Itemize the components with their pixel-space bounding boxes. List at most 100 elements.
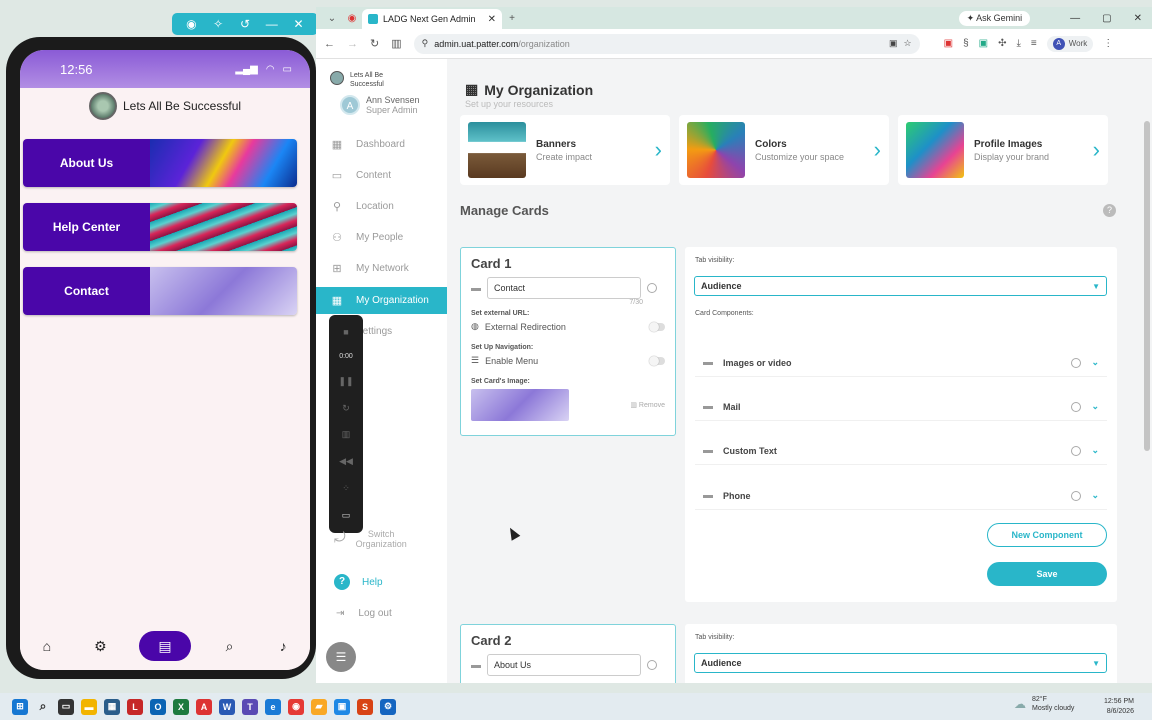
trash-icon[interactable]: ▥ [342,429,351,440]
chevron-down-icon[interactable]: ⌄ [1091,357,1099,368]
sidebar-item-my-people[interactable]: ⚇ My People [316,224,447,251]
rewind-icon[interactable]: ◀◀ [339,456,353,467]
phone-card-about-us[interactable]: About Us [23,139,297,187]
tab-search-icon[interactable]: ⌄ [322,13,342,24]
acrobat-icon[interactable]: A [196,698,212,715]
settings-gear-icon[interactable]: ⚙ [85,631,115,661]
profile-images-card[interactable]: Profile Images Display your brand › [898,115,1108,185]
pin-icon[interactable]: ✧ [210,17,226,31]
sidebar-item-my-organization[interactable]: ▦ My Organization [316,287,447,314]
browser-tab[interactable]: LADG Next Gen Admin ✕ [362,9,502,29]
logout-link[interactable]: ⇥ Log out [336,608,392,619]
restart-icon[interactable]: ↻ [342,403,350,414]
bell-icon[interactable]: ♪ [268,631,298,661]
window-close-icon[interactable]: ✕ [1134,13,1142,24]
extension-icon[interactable]: § [963,38,969,49]
audience-select[interactable]: Audience ▼ [694,276,1107,296]
bookmark-star-icon[interactable]: ☆ [904,38,912,49]
component-row[interactable]: ▬ Images or video ⌄ [695,349,1107,377]
sidebar-item-dashboard[interactable]: ▦ Dashboard [316,131,447,158]
info-icon[interactable] [1071,490,1082,501]
address-bar[interactable]: ⚲ admin.uat.patter.com/organization ▣ ☆ [413,33,920,54]
extension-icon[interactable]: ▣ [944,38,953,49]
audience-select[interactable]: Audience ▼ [694,653,1107,673]
card-image-preview[interactable] [471,389,569,421]
window-minimize-icon[interactable]: — [1070,13,1080,24]
pause-icon[interactable]: ❚❚ [338,376,353,387]
side-panel-icon[interactable]: ▥ [391,37,401,50]
app-icon[interactable]: ▰ [311,698,327,715]
download-icon[interactable]: ⤓ [1016,38,1020,49]
book-icon[interactable]: ▤ [138,631,191,661]
banners-card[interactable]: Banners Create impact › [460,115,670,185]
phone-card-contact[interactable]: Contact [23,267,297,315]
extensions-puzzle-icon[interactable]: ✣ [998,38,1006,49]
forward-icon[interactable]: → [347,38,358,50]
user-profile[interactable]: A Ann Svensen Super Admin [316,89,447,115]
chrome-icon[interactable]: ◉ [288,698,304,715]
weather-widget[interactable]: ☁ 82°F Mostly cloudy [1014,695,1074,713]
window-maximize-icon[interactable]: ▢ [1102,13,1111,24]
external-redirection-toggle[interactable] [649,321,665,332]
browser-menu-icon[interactable]: ⋮ [1103,38,1113,49]
taskbar-search-icon[interactable]: ⌕ [35,699,51,715]
taskbar-clock[interactable]: 12:56 PM 8/6/2026 [1104,697,1134,717]
component-row[interactable]: ▬ Mail ⌄ [695,393,1107,421]
drag-handle-icon[interactable]: ▬ [703,490,713,501]
remove-image-button[interactable]: ▥ Remove [630,401,665,409]
drag-handle-icon[interactable]: ▬ [471,283,481,294]
app-icon[interactable]: S [357,698,373,715]
info-icon[interactable] [1071,401,1082,412]
close-icon[interactable]: ✕ [291,17,307,31]
component-row[interactable]: ▬ Custom Text ⌄ [695,437,1107,465]
ask-gemini-button[interactable]: ✦ Ask Gemini [958,10,1031,26]
outlook-icon[interactable]: O [150,698,166,715]
app-icon[interactable]: ▣ [334,698,350,715]
file-explorer-icon[interactable]: ▬ [81,698,97,715]
page-scrollbar[interactable] [1144,121,1150,451]
drag-handle-icon[interactable]: ▬ [703,445,713,456]
new-component-button[interactable]: New Component [987,523,1107,547]
back-icon[interactable]: ← [324,38,335,50]
camera-icon[interactable]: ▭ [342,510,351,521]
help-link[interactable]: ? Help [334,574,383,590]
drag-handle-icon[interactable]: ▬ [703,401,713,412]
tab-close-icon[interactable]: ✕ [488,14,496,25]
emoji-icon[interactable] [647,283,657,293]
site-info-icon[interactable]: ⚲ [422,38,429,49]
teams-icon[interactable]: T [242,698,258,715]
grid-icon[interactable]: ⁘ [342,483,350,494]
rotate-icon[interactable]: ↺ [237,17,253,31]
card-name-input[interactable]: About Us [487,654,641,676]
save-button[interactable]: Save [987,562,1107,586]
component-row[interactable]: ▬ Phone ⌄ [695,482,1107,510]
media-icon[interactable]: ≡ [1031,38,1037,49]
switch-organization-button[interactable]: ⤾ Switch Organization [334,529,407,549]
drag-handle-icon[interactable]: ▬ [471,660,481,671]
card-name-input[interactable]: Contact [487,277,641,299]
new-tab-icon[interactable]: + [502,13,522,24]
chevron-down-icon[interactable]: ⌄ [1091,445,1099,456]
profile-button[interactable]: A Work [1046,35,1094,52]
colors-card[interactable]: Colors Customize your space › [679,115,889,185]
phone-card-help-center[interactable]: Help Center [23,203,297,251]
emoji-icon[interactable] [647,660,657,670]
chevron-down-icon[interactable]: ⌄ [1091,401,1099,412]
minimize-icon[interactable]: — [264,17,280,31]
sidebar-item-location[interactable]: ⚲ Location [316,193,447,220]
search-icon[interactable]: ⌕ [215,631,245,661]
extension-icon[interactable]: ▣ [979,38,988,49]
chevron-down-icon[interactable]: ⌄ [1091,490,1099,501]
drag-handle-icon[interactable]: ▬ [703,357,713,368]
enable-menu-toggle[interactable] [649,355,665,366]
sidebar-item-my-network[interactable]: ⊞ My Network [316,255,447,282]
sidebar-item-content[interactable]: ▭ Content [316,162,447,189]
reload-icon[interactable]: ↻ [370,37,379,50]
home-icon[interactable]: ⌂ [32,631,62,661]
app-icon[interactable]: ⚙ [380,698,396,715]
app-icon[interactable]: ▦ [104,698,120,715]
info-icon[interactable] [1071,445,1082,456]
windows-start-icon[interactable]: ⊞ [12,698,28,715]
collapse-menu-icon[interactable]: ☰ [326,642,356,672]
app-icon[interactable]: L [127,698,143,715]
